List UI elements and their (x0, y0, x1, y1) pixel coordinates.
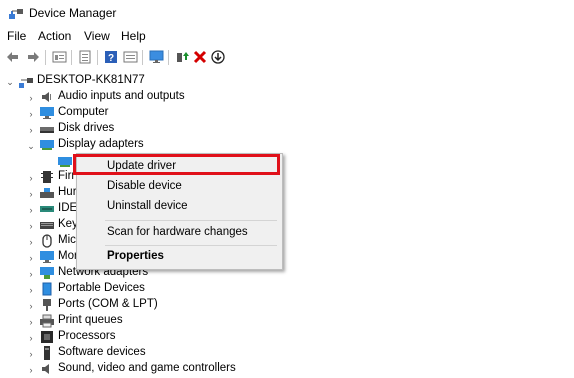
forward-icon[interactable] (25, 49, 41, 65)
update-driver-icon[interactable] (210, 49, 226, 65)
chevron-right-icon[interactable]: › (26, 266, 36, 282)
keyboard-icon (40, 222, 54, 229)
chevron-right-icon[interactable]: › (26, 346, 36, 362)
properties-menu-item[interactable]: Properties (77, 247, 282, 267)
category-software-devices[interactable]: Software devices (58, 346, 146, 358)
network-adapter-icon (40, 267, 54, 279)
properties-view-icon[interactable] (51, 49, 67, 65)
category-disk-drives[interactable]: Disk drives (58, 122, 114, 134)
monitor-icon (40, 251, 54, 263)
help-icon[interactable]: ? (103, 49, 119, 65)
chevron-right-icon[interactable]: › (26, 186, 36, 202)
chevron-right-icon[interactable]: › (26, 250, 36, 266)
chevron-down-icon[interactable]: ⌄ (26, 138, 36, 154)
display-adapter-icon (40, 140, 54, 150)
chevron-right-icon[interactable]: › (26, 314, 36, 330)
speaker-icon (42, 364, 49, 374)
category-keyboards[interactable]: Key (58, 218, 78, 230)
category-portable-devices[interactable]: Portable Devices (58, 282, 145, 294)
chevron-right-icon[interactable]: › (26, 106, 36, 122)
hid-icon (40, 188, 54, 198)
category-sound-video[interactable]: Sound, video and game controllers (58, 362, 236, 374)
disk-drive-icon (40, 127, 54, 133)
show-view-icon[interactable] (122, 49, 138, 65)
title-bar: Device Manager (0, 0, 574, 26)
computer-root-icon (19, 78, 33, 88)
menu-action[interactable]: Action (38, 29, 71, 43)
menu-help[interactable]: Help (121, 29, 146, 43)
menu-separator (105, 220, 277, 221)
chevron-right-icon[interactable]: › (26, 122, 36, 138)
category-processors[interactable]: Processors (58, 330, 116, 342)
scan-hardware-menu-item[interactable]: Scan for hardware changes (77, 223, 282, 243)
software-device-icon (44, 346, 50, 360)
monitor-icon (40, 107, 54, 119)
category-ports[interactable]: Ports (COM & LPT) (58, 298, 158, 310)
category-hid[interactable]: Hur (58, 186, 77, 198)
back-icon[interactable] (5, 49, 21, 65)
category-audio[interactable]: Audio inputs and outputs (58, 90, 185, 102)
chevron-right-icon[interactable]: › (26, 170, 36, 186)
chevron-right-icon[interactable]: › (26, 202, 36, 218)
processor-icon (41, 331, 53, 343)
chevron-right-icon[interactable]: › (26, 218, 36, 234)
chevron-right-icon[interactable]: › (26, 330, 36, 346)
chevron-right-icon[interactable]: › (26, 282, 36, 298)
menu-separator (105, 245, 277, 246)
uninstall-device-menu-item[interactable]: Uninstall device (77, 197, 282, 217)
monitor-icon[interactable] (148, 49, 164, 65)
category-mice[interactable]: Mic (58, 234, 76, 246)
device-manager-icon (9, 9, 23, 19)
chevron-right-icon[interactable]: › (26, 234, 36, 250)
ide-controller-icon (40, 206, 54, 212)
firmware-icon (41, 171, 53, 183)
category-ide[interactable]: IDE (58, 202, 77, 214)
category-print-queues[interactable]: Print queues (58, 314, 123, 326)
category-computer[interactable]: Computer (58, 106, 109, 118)
toolbar: ? (0, 46, 574, 68)
printer-icon (40, 314, 54, 328)
svg-text:?: ? (108, 53, 114, 64)
mouse-icon (42, 234, 52, 248)
menu-view[interactable]: View (84, 29, 110, 43)
category-monitors[interactable]: Mor (58, 250, 78, 262)
chevron-right-icon[interactable]: › (26, 90, 36, 106)
display-adapter-icon (58, 157, 72, 167)
tree-root-label[interactable]: DESKTOP-KK81N77 (37, 74, 145, 86)
menu-bar: File Action View Help (0, 27, 574, 45)
category-display-adapters[interactable]: Display adapters (58, 138, 144, 150)
enable-device-icon[interactable] (174, 49, 190, 65)
chevron-right-icon[interactable]: › (26, 362, 36, 378)
disable-device-menu-item[interactable]: Disable device (77, 177, 282, 197)
details-icon[interactable] (77, 49, 93, 65)
portable-device-icon (42, 282, 52, 296)
chevron-right-icon[interactable]: › (26, 298, 36, 314)
menu-file[interactable]: File (7, 29, 26, 43)
highlight-annotation-box (73, 154, 280, 175)
uninstall-x-icon[interactable] (192, 49, 208, 65)
chevron-down-icon[interactable]: ⌄ (5, 74, 15, 90)
speaker-icon (42, 92, 51, 102)
port-icon (43, 299, 51, 311)
window-title: Device Manager (29, 6, 117, 20)
